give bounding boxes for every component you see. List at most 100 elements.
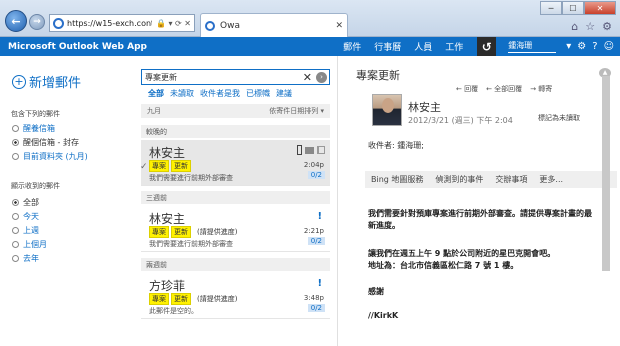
close-button[interactable]: ✕ [584, 1, 616, 15]
body-paragraph: 感謝 [368, 287, 384, 296]
top-icons: ▾ ⚙ ? ☺ [566, 41, 614, 52]
date-option-all[interactable]: 全部 [12, 197, 39, 208]
browser-tab[interactable]: Owa ✕ [200, 13, 348, 37]
reply-all-button[interactable]: ← 全部回覆 [486, 84, 522, 94]
address-bar[interactable]: https://w15-exch.conto... 🔒 ▾ ⟳ ✕ [49, 14, 195, 32]
radio-icon [12, 125, 19, 132]
group-header: 三週前 [141, 191, 330, 204]
new-mail-button[interactable]: + 新增郵件 [12, 72, 81, 91]
nav-mail[interactable]: 郵件 [343, 40, 361, 53]
plus-icon: + [12, 74, 26, 89]
check-icon[interactable]: ✓ [140, 162, 148, 172]
category-tag: 專案 [149, 226, 169, 238]
address-actions[interactable]: 🔒 ▾ ⟳ ✕ [156, 19, 191, 28]
scroll-thumb[interactable] [602, 76, 610, 271]
body-paragraph: 我們需要針對預庫專案進行前期外部審查。請提供專案計畫的最新進度。 [368, 209, 592, 230]
settings-gear-icon[interactable]: ⚙ [577, 41, 586, 52]
date-option-lastmonth[interactable]: 上個月 [12, 239, 47, 250]
category-tag: 更新 [171, 226, 191, 238]
tab-bing-maps[interactable]: Bing 地圖服務 [371, 174, 423, 185]
date-label-today: 今天 [23, 212, 39, 221]
item-time: 2:21p [303, 227, 324, 235]
sent-date: 2012/3/21 (週三) 下午 2:04 [408, 116, 513, 125]
tab-suggested-meetings[interactable]: 偵測到的事件 [435, 174, 483, 185]
search-box[interactable]: 專案更新 ✕ › [141, 69, 330, 85]
window-buttons: ─ ☐ ✕ [540, 1, 616, 15]
radio-icon [12, 227, 19, 234]
item-sender: 方珍菲 [149, 279, 186, 293]
reply-button[interactable]: ← 回覆 [456, 84, 478, 94]
item-preview: 我們需要進行前期外部審查 [149, 174, 233, 182]
filter-suggested[interactable]: 建議 [276, 88, 292, 99]
mark-unread-link[interactable]: 標記為未讀取 [538, 113, 580, 123]
flag-icon[interactable] [317, 146, 325, 154]
scope-label-1: 醒養信箱 [23, 124, 55, 133]
home-icon[interactable]: ⌂ [571, 20, 578, 33]
select-box-icon[interactable] [297, 145, 302, 155]
item-preview: 此郵件是空的。 [149, 307, 198, 315]
sort-dropdown[interactable]: 依寄件日期排列 ▾ [269, 106, 324, 116]
filter-all[interactable]: 全部 [148, 88, 164, 99]
back-button[interactable]: ← [5, 10, 27, 32]
favorites-icon[interactable]: ☆ [585, 20, 595, 33]
item-tags: 專案 更新 (請提供進度) [149, 226, 237, 238]
reading-scrollbar[interactable]: ▲ [593, 68, 615, 346]
user-menu-chevron-icon[interactable]: ▾ [566, 41, 571, 52]
forward-button[interactable]: → 轉寄 [530, 84, 552, 94]
item-tags: 專案 更新 [149, 160, 197, 172]
help-icon[interactable]: ? [592, 41, 597, 52]
tools-gear-icon[interactable]: ⚙ [602, 20, 612, 33]
envelope-icon[interactable] [305, 146, 314, 154]
recipients: 收件者: 鍾海珊; [368, 141, 424, 150]
date-label-lastmonth: 上個月 [23, 240, 47, 249]
scope-option-2[interactable]: 醒個信箱 - 封存 [12, 137, 79, 148]
maximize-button[interactable]: ☐ [562, 1, 584, 15]
nav-tasks[interactable]: 工作 [445, 40, 463, 53]
date-label-lastyear: 去年 [23, 254, 39, 263]
nav-people[interactable]: 人員 [414, 40, 432, 53]
search-go-icon[interactable]: › [316, 71, 327, 83]
minimize-button[interactable]: ─ [540, 1, 562, 15]
scope-option-3[interactable]: 目前資料夾 (九月) [12, 151, 88, 162]
search-input[interactable]: 專案更新 [145, 72, 303, 83]
body-signature: //KirkK [368, 311, 399, 320]
radio-icon [12, 241, 19, 248]
filter-unread[interactable]: 未讀取 [170, 88, 194, 99]
smiley-icon[interactable]: ☺ [604, 41, 614, 52]
scope-label-3: 目前資料夾 (九月) [23, 152, 88, 161]
user-name[interactable]: 鍾海珊 [508, 40, 557, 53]
thread-count-badge: 0/2 [307, 171, 325, 179]
important-icon: ! [317, 278, 322, 289]
tab-more[interactable]: 更多... [539, 174, 563, 185]
body-paragraph: 讓我們在週五上午 9 點於公司附近的星巴克開會吧。 [368, 249, 556, 258]
radio-selected-icon [12, 199, 19, 206]
list-item[interactable]: 林安主 ! 專案 更新 (請提供進度) 2:21p 我們需要進行前期外部審查 0… [141, 206, 330, 252]
sender-name[interactable]: 林安主 [408, 99, 441, 115]
filter-flagged[interactable]: 已標幟 [246, 88, 270, 99]
tab-close-icon[interactable]: ✕ [335, 21, 343, 31]
forward-button[interactable]: → [29, 14, 45, 30]
tab-title: Owa [220, 20, 240, 31]
scope-option-1[interactable]: 醒養信箱 [12, 123, 55, 134]
filter-to-me[interactable]: 收件者是我 [200, 88, 240, 99]
radio-icon [12, 153, 19, 160]
body-paragraph: 地址為：台北市信義區松仁路 7 號 1 樓。 [368, 261, 519, 270]
category-tag: 專案 [149, 160, 169, 172]
forward-arrow-icon: → [33, 17, 41, 27]
date-option-lastweek[interactable]: 上週 [12, 225, 39, 236]
clear-search-icon[interactable]: ✕ [303, 71, 312, 84]
list-item[interactable]: ✓ 林安主 專案 更新 2:04p 我們需要進行前期外部審查 0/2 [140, 140, 330, 186]
date-label-all: 全部 [23, 198, 39, 207]
url-text[interactable]: https://w15-exch.conto... [67, 19, 152, 28]
list-header-month: 九月 [147, 107, 161, 115]
date-option-lastyear[interactable]: 去年 [12, 253, 39, 264]
list-item[interactable]: 方珍菲 ! 專案 更新 (請提供進度) 3:48p 此郵件是空的。 0/2 [141, 273, 330, 319]
date-option-today[interactable]: 今天 [12, 211, 39, 222]
tab-action-items[interactable]: 交辦事項 [495, 174, 527, 185]
item-time: 3:48p [303, 294, 324, 302]
folder-pane: + 新增郵件 包含下列的郵件 醒養信箱 醒個信箱 - 封存 目前資料夾 (九月)… [0, 56, 138, 346]
nav-calendar[interactable]: 行事曆 [374, 40, 401, 53]
refresh-logo-icon[interactable]: ↺ [477, 37, 497, 56]
item-tags: 專案 更新 (請提供進度) [149, 293, 237, 305]
thread-count-badge: 0/2 [307, 304, 325, 312]
